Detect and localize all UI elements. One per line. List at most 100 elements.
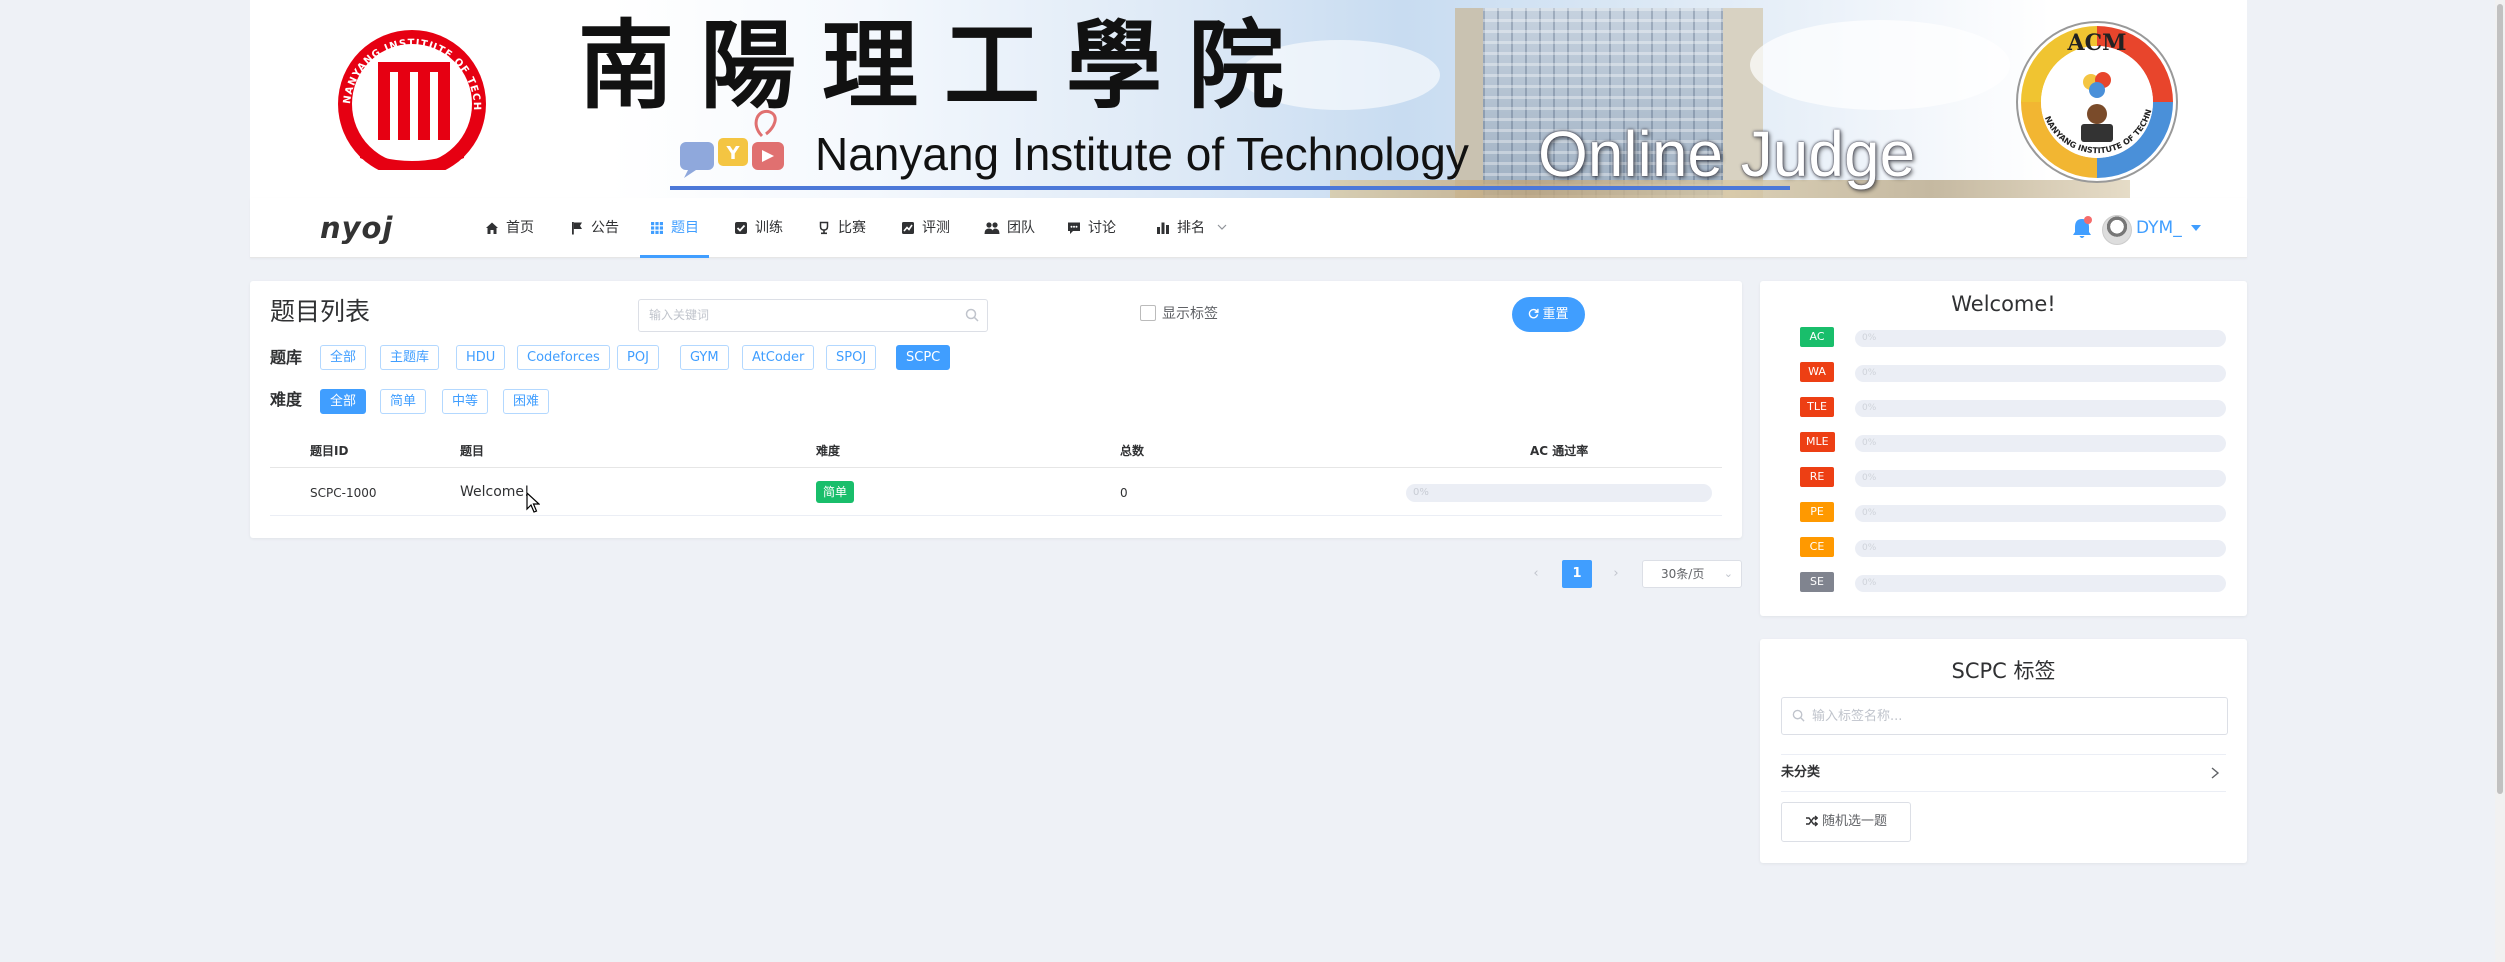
nav-discussion[interactable]: 讨论 <box>1067 198 1116 258</box>
tag-search-input[interactable] <box>1810 698 2214 734</box>
status-progress-bar: 0% <box>1855 400 2226 417</box>
institute-english-name: Nanyang Institute of Technology <box>815 128 1469 180</box>
nav-teams[interactable]: 团队 <box>984 198 1035 258</box>
scrollbar-thumb[interactable] <box>2497 4 2503 794</box>
nav-problems[interactable]: 题目 <box>640 198 709 258</box>
nav-announcements[interactable]: 公告 <box>570 198 619 258</box>
status-progress-value: 0% <box>1862 543 1877 553</box>
oj-chip-atcoder[interactable]: AtCoder <box>742 345 815 370</box>
status-row-ce: CE 0% <box>1800 537 2230 557</box>
column-header-ac-rate[interactable]: AC 通过率 <box>1530 442 1588 460</box>
comment-icon <box>1068 222 1080 234</box>
problem-title-link[interactable]: Welcome! <box>460 483 530 501</box>
problem-list-card: 题目列表 显示标签 重置 题库 全部 主题库 HDU Codeforces PO… <box>250 281 1742 538</box>
nav-ranking[interactable]: 排名 <box>1156 198 1227 258</box>
status-badge: PE <box>1800 502 1834 522</box>
page-size-select[interactable]: 30条/页 ⌄ <box>1642 560 1742 588</box>
keyword-search[interactable] <box>638 299 988 332</box>
status-progress-value: 0% <box>1862 333 1877 343</box>
oj-chip-scpc[interactable]: SCPC <box>896 345 951 370</box>
oj-chip-hdu[interactable]: HDU <box>456 345 506 370</box>
keyword-search-input[interactable] <box>639 300 959 329</box>
reset-button-label: 重置 <box>1542 307 1569 322</box>
home-icon <box>486 222 498 234</box>
brand-logo[interactable]: nyoj <box>320 198 393 258</box>
table-row-divider <box>270 515 1722 516</box>
pagination-page-1[interactable]: 1 <box>1562 560 1592 588</box>
mouse-cursor-icon <box>526 492 540 513</box>
chart-box-icon <box>902 222 914 234</box>
search-icon[interactable] <box>965 308 979 322</box>
notification-bell-icon[interactable] <box>2070 215 2094 241</box>
status-summary-card: Welcome! AC 0% WA 0% TLE 0% MLE 0% RE 0% PE 0% CE 0% S… <box>1760 281 2247 616</box>
nav-teams-label: 团队 <box>1007 220 1035 236</box>
difficulty-chip-hard[interactable]: 困难 <box>503 389 550 414</box>
status-badge: WA <box>1800 362 1834 382</box>
nav-training[interactable]: 训练 <box>734 198 783 258</box>
status-badge: RE <box>1800 467 1834 487</box>
oj-chip-spoj[interactable]: SPOJ <box>826 345 877 370</box>
nav-problems-label: 题目 <box>671 220 699 236</box>
divider <box>1781 791 2226 792</box>
column-header-title[interactable]: 题目 <box>460 442 484 460</box>
nav-judge-status[interactable]: 评测 <box>901 198 950 258</box>
search-icon <box>1792 709 1805 722</box>
checkbox-icon <box>735 222 747 234</box>
chevron-down-icon <box>1218 224 1227 230</box>
status-row-mle: MLE 0% <box>1800 432 2230 452</box>
column-header-difficulty[interactable]: 难度 <box>816 442 840 460</box>
column-header-total[interactable]: 总数 <box>1120 442 1144 460</box>
oj-chip-gym[interactable]: GYM <box>680 345 729 370</box>
shuffle-icon <box>1805 815 1819 827</box>
user-avatar[interactable] <box>2102 215 2132 245</box>
pagination-next-button[interactable]: › <box>1606 560 1626 588</box>
page-scrollbar[interactable] <box>2495 0 2505 962</box>
status-badge: AC <box>1800 327 1834 347</box>
status-progress-bar: 0% <box>1855 435 2226 452</box>
status-progress-bar: 0% <box>1855 505 2226 522</box>
checkbox-box[interactable] <box>1140 305 1156 321</box>
oj-chip-poj[interactable]: POJ <box>617 345 659 370</box>
tag-category-uncategorized[interactable]: 未分类 <box>1781 755 2226 791</box>
oj-chip-codeforces[interactable]: Codeforces <box>517 345 610 370</box>
ac-rate-text: 0% <box>1413 487 1429 498</box>
oj-chip-all[interactable]: 全部 <box>320 345 367 370</box>
ac-rate-progress: 0% <box>1406 484 1712 502</box>
oj-filter-label: 题库 <box>270 348 303 367</box>
reset-button[interactable]: 重置 <box>1512 297 1585 332</box>
bar-chart-icon <box>1157 222 1169 234</box>
nav-contests-label: 比赛 <box>838 220 866 236</box>
random-problem-button[interactable]: 随机选一题 <box>1781 802 1911 842</box>
tags-card: SCPC 标签 未分类 随机选一题 <box>1760 639 2247 863</box>
nav-announcements-label: 公告 <box>591 220 619 236</box>
user-menu[interactable]: DYM_ <box>2136 198 2202 258</box>
chevron-right-icon <box>2211 767 2220 779</box>
oj-chip-main[interactable]: 主题库 <box>380 345 440 370</box>
status-progress-bar: 0% <box>1855 330 2226 347</box>
problem-id[interactable]: SCPC-1000 <box>310 484 376 502</box>
chevron-down-icon: ⌄ <box>1723 567 1733 580</box>
show-tags-checkbox[interactable]: 显示标签 <box>1140 305 1218 323</box>
acm-logo-text: ACM <box>2067 30 2127 56</box>
show-tags-label: 显示标签 <box>1162 306 1218 322</box>
status-badge: MLE <box>1800 432 1835 452</box>
welcome-title: Welcome! <box>1951 292 2056 316</box>
difficulty-chip-easy[interactable]: 简单 <box>380 389 427 414</box>
nav-contests[interactable]: 比赛 <box>817 198 866 258</box>
column-header-id[interactable]: 题目ID <box>310 442 348 460</box>
status-progress-bar: 0% <box>1855 470 2226 487</box>
difficulty-filter-label: 难度 <box>270 390 303 409</box>
svg-text:Y: Y <box>725 143 740 164</box>
nav-home[interactable]: 首页 <box>485 198 534 258</box>
random-problem-label: 随机选一题 <box>1821 814 1887 829</box>
pagination-prev-button[interactable]: ‹ <box>1526 560 1546 588</box>
tag-search[interactable] <box>1781 697 2228 735</box>
chat-bubbles-icon: Y <box>680 109 784 178</box>
top-navbar: nyoj 首页 公告 题目 训练 比赛 评测 团队 讨论 排名 DYM_ <box>250 198 2247 258</box>
difficulty-chip-medium[interactable]: 中等 <box>442 389 489 414</box>
status-progress-value: 0% <box>1862 508 1877 518</box>
status-row-pe: PE 0% <box>1800 502 2230 522</box>
caret-down-icon <box>2191 225 2202 231</box>
nav-training-label: 训练 <box>755 220 783 236</box>
difficulty-chip-all[interactable]: 全部 <box>320 389 367 414</box>
